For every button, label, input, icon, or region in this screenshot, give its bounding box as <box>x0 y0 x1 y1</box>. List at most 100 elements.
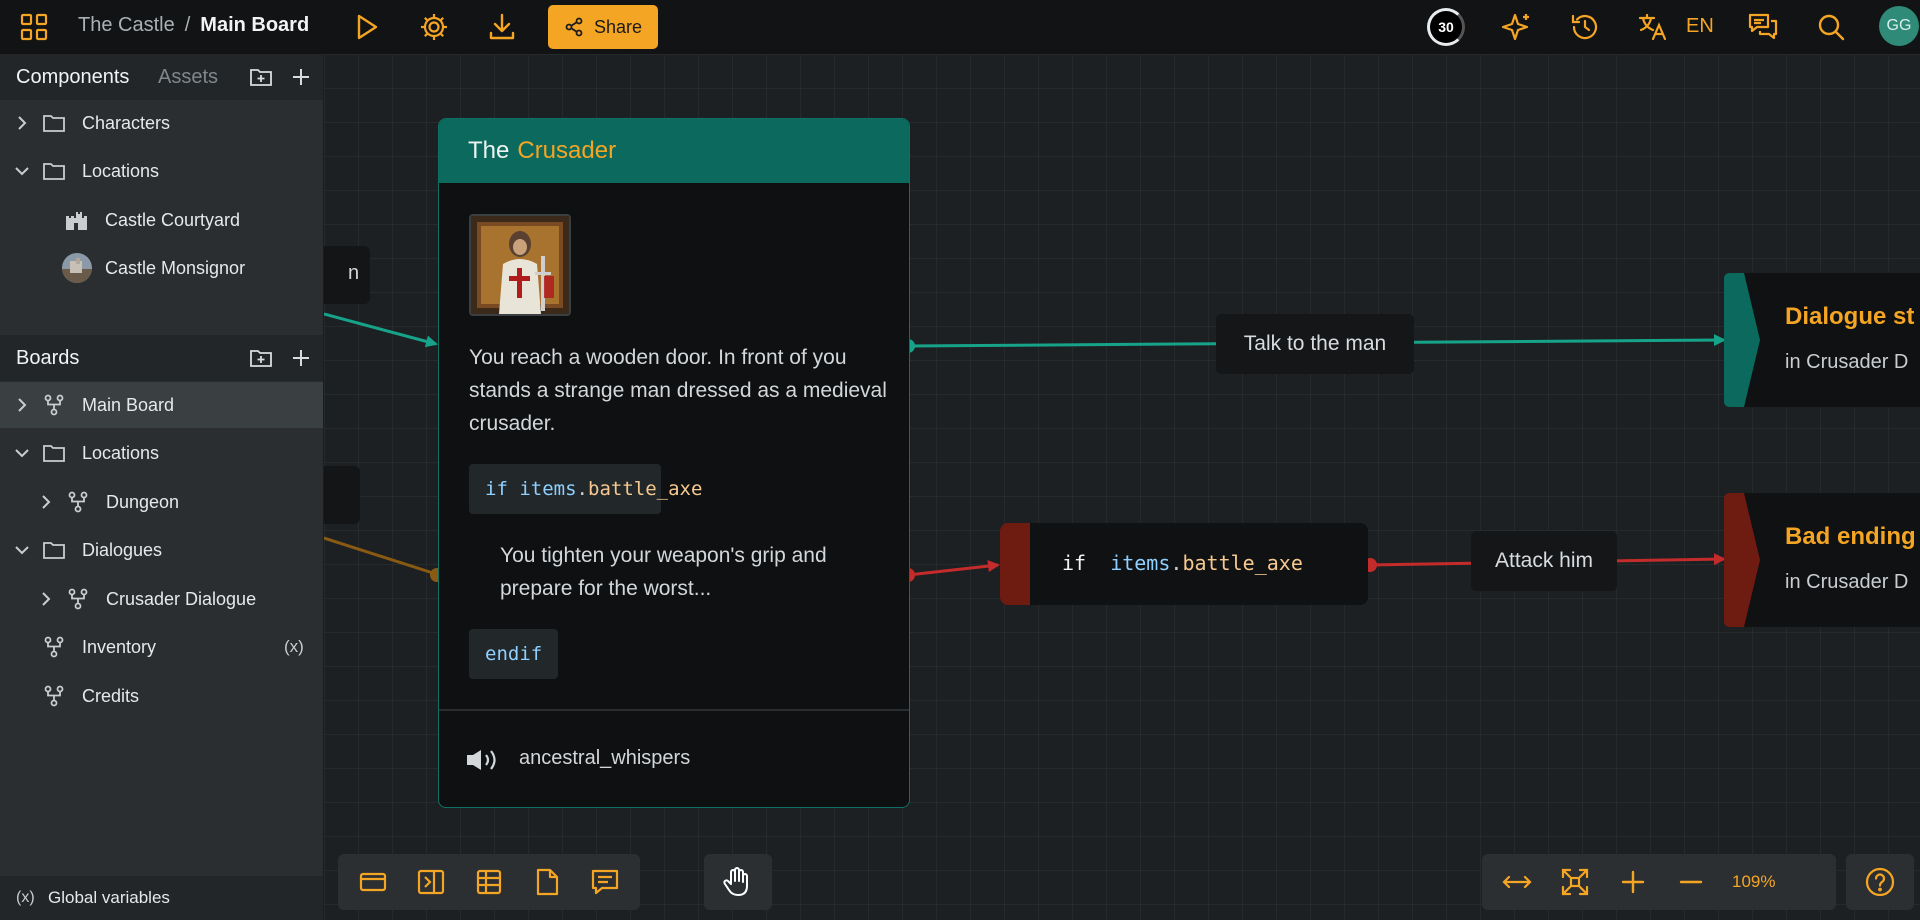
table-node-icon[interactable] <box>460 855 518 909</box>
avatar[interactable]: GG <box>1879 6 1919 46</box>
fit-width-icon[interactable] <box>1488 855 1546 909</box>
search-icon[interactable] <box>1813 9 1849 45</box>
variables-badge: (x) <box>284 637 304 656</box>
node-toolbar <box>338 854 640 910</box>
add-icon[interactable] <box>289 346 313 370</box>
comments-icon[interactable] <box>1745 9 1781 45</box>
board-icon <box>44 394 64 416</box>
language-label[interactable]: EN <box>1686 15 1714 38</box>
fullscreen-icon[interactable] <box>1546 855 1604 909</box>
board-item-label: Dungeon <box>106 492 180 512</box>
share-icon <box>565 17 583 37</box>
board-item-label: Main Board <box>82 395 175 415</box>
sidebar: Components Assets Characters Locations C… <box>0 54 324 920</box>
share-button[interactable]: Share <box>548 5 658 49</box>
chevron-right-icon[interactable] <box>38 591 54 607</box>
add-icon[interactable] <box>289 65 313 89</box>
incoming-connection[interactable] <box>324 536 437 576</box>
global-variables-button[interactable]: (x) Global variables <box>0 876 323 920</box>
zoom-out-icon[interactable] <box>1662 855 1720 909</box>
board-icon <box>68 491 88 513</box>
board-item-crusader-dialogue[interactable]: Crusader Dialogue <box>0 576 323 622</box>
chevron-down-icon[interactable] <box>14 445 30 461</box>
tree-item-locations[interactable]: Locations <box>0 148 323 194</box>
share-label: Share <box>593 16 643 37</box>
card-node-icon[interactable] <box>344 855 402 909</box>
crusader-portrait <box>469 214 571 316</box>
translate-icon[interactable] <box>1635 9 1671 45</box>
board-item-credits[interactable]: Credits <box>0 673 323 719</box>
new-folder-icon[interactable] <box>249 346 273 370</box>
edge-label-attack[interactable]: Attack him <box>1471 531 1617 591</box>
if-prop: battle_axe <box>588 478 703 500</box>
variables-icon: (x) <box>16 889 35 906</box>
if-chip[interactable]: if items. battle_axe <box>469 464 702 514</box>
condition-node[interactable]: if items.battle_axe <box>1000 523 1368 605</box>
edge-label-talk[interactable]: Talk to the man <box>1216 314 1414 374</box>
castle-icon <box>66 212 87 230</box>
help-button[interactable] <box>1846 854 1914 910</box>
card-text: You reach a wooden door. In front of you… <box>469 346 887 435</box>
incoming-connection[interactable] <box>324 312 438 348</box>
board-folder-dialogues[interactable]: Dialogues <box>0 527 323 573</box>
breadcrumb-separator: / <box>184 14 191 36</box>
endif-chip[interactable]: endif <box>469 629 559 679</box>
settings-icon[interactable] <box>416 9 452 45</box>
board-item-dungeon[interactable]: Dungeon <box>0 479 323 525</box>
zoom-level[interactable]: 109% <box>1732 872 1775 892</box>
pan-tool[interactable] <box>704 854 772 910</box>
folder-icon <box>43 163 65 180</box>
note-node-icon[interactable] <box>518 855 576 909</box>
breadcrumb: The Castle / Main Board <box>78 14 309 37</box>
tab-components[interactable]: Components <box>16 66 129 89</box>
chevron-right-icon[interactable] <box>14 397 30 413</box>
tab-assets[interactable]: Assets <box>158 66 218 89</box>
tree-item-characters[interactable]: Characters <box>0 100 323 146</box>
board-item-main-board[interactable]: Main Board <box>0 382 323 428</box>
history-icon[interactable] <box>1567 9 1603 45</box>
location-thumbnail <box>62 253 92 283</box>
download-icon[interactable] <box>484 9 520 45</box>
card-header: The Crusader <box>439 119 909 183</box>
condition-node-accent <box>1000 523 1030 605</box>
dialogue-card[interactable]: The Crusader You reach a wooden door. In… <box>438 118 910 808</box>
connection-condition[interactable] <box>907 560 1000 577</box>
condition-keyword: if <box>1062 551 1087 575</box>
sound-icon <box>467 750 496 770</box>
endif-keyword: endif <box>485 643 543 665</box>
board-canvas[interactable]: n The Crusader You reach a wooden door. … <box>324 54 1920 920</box>
if-keyword: if <box>485 478 508 500</box>
jump-node-dialogue[interactable]: Dialogue st in Crusader D <box>1724 273 1920 407</box>
jump-node-bad-ending[interactable]: Bad ending in Crusader D <box>1724 493 1920 627</box>
chevron-right-icon[interactable] <box>14 115 30 131</box>
play-icon[interactable] <box>348 9 384 45</box>
zoom-toolbar: 109% <box>1482 854 1836 910</box>
jump-node-icon[interactable] <box>402 855 460 909</box>
chevron-down-icon[interactable] <box>14 163 30 179</box>
audio-label: ancestral_whispers <box>519 747 691 769</box>
jump-node-subtitle: in Crusader D <box>1785 571 1909 593</box>
folder-icon <box>43 115 65 132</box>
comment-node-icon[interactable] <box>576 855 634 909</box>
usage-counter[interactable]: 30 <box>1427 8 1465 46</box>
apps-grid-icon[interactable] <box>16 9 52 45</box>
jump-node-title: Bad ending <box>1785 523 1916 550</box>
board-folder-locations[interactable]: Locations <box>0 430 323 476</box>
branch-text: You tighten your weapon's grip and prepa… <box>500 544 827 600</box>
breadcrumb-project[interactable]: The Castle <box>78 14 175 37</box>
zoom-in-icon[interactable] <box>1604 855 1662 909</box>
board-item-inventory[interactable]: Inventory (x) <box>0 624 323 670</box>
tree-item-castle-monsignor[interactable]: Castle Monsignor <box>0 245 323 291</box>
new-folder-icon[interactable] <box>249 65 273 89</box>
if-dot: . <box>576 478 588 500</box>
sparkle-icon[interactable] <box>1499 9 1535 45</box>
board-icon <box>44 685 64 707</box>
condition-object: items <box>1110 551 1171 575</box>
tree-item-castle-courtyard[interactable]: Castle Courtyard <box>0 197 323 243</box>
chevron-down-icon[interactable] <box>14 542 30 558</box>
chevron-right-icon[interactable] <box>38 494 54 510</box>
global-variables-label: Global variables <box>48 888 170 907</box>
card-title-name: Crusader <box>517 137 617 164</box>
tree-item-label: Locations <box>82 161 160 181</box>
board-item-label: Crusader Dialogue <box>106 589 257 609</box>
